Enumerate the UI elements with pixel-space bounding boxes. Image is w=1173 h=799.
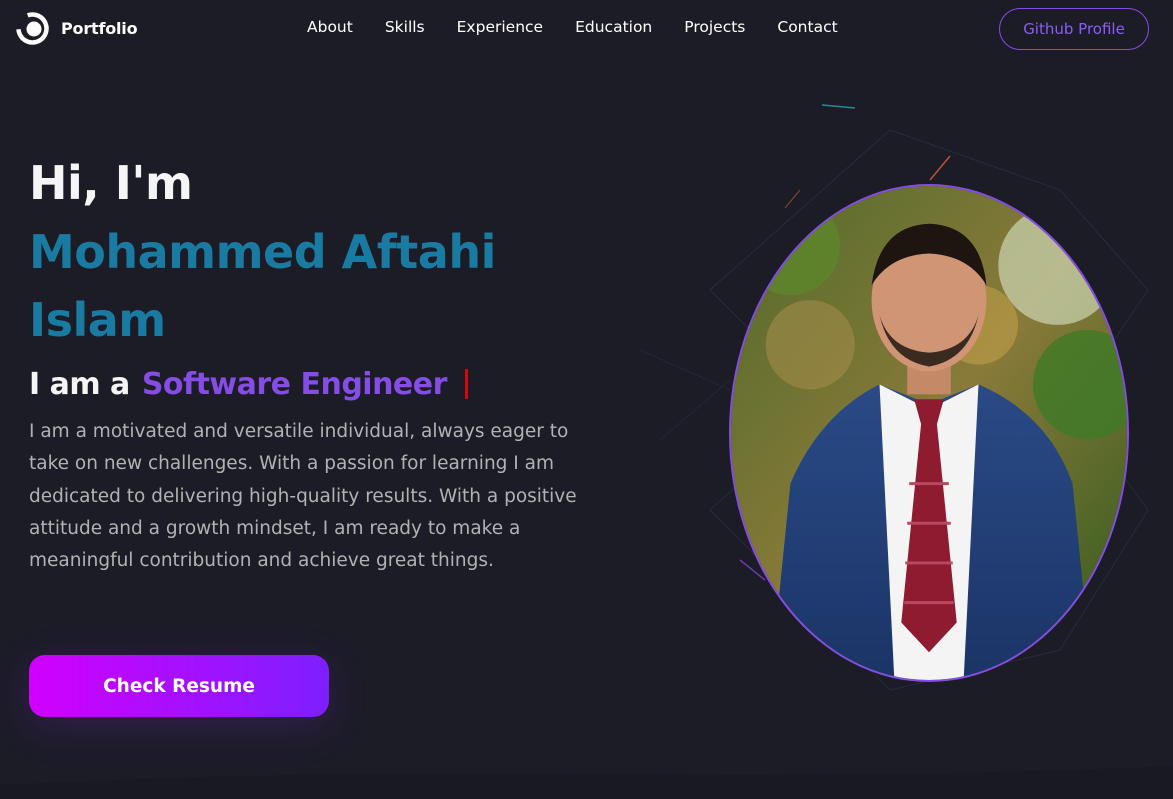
hero-description: I am a motivated and versatile individua… xyxy=(29,421,577,572)
hero-text: Hi, I'm Mohammed Aftahi Islam I am a Sof… xyxy=(29,150,589,577)
nav-link-skills[interactable]: Skills xyxy=(369,18,441,36)
role-typewriter: Software Engineer xyxy=(141,366,448,402)
logo[interactable]: Portfolio xyxy=(16,12,138,45)
bottom-divider xyxy=(0,766,1173,799)
role-prefix: I am a xyxy=(29,366,130,402)
nav-link-contact[interactable]: Contact xyxy=(761,18,853,36)
github-profile-button[interactable]: Github Profile xyxy=(999,8,1149,50)
nav-links: About Skills Experience Education Projec… xyxy=(291,18,854,36)
role-line: I am a Software Engineer xyxy=(29,362,589,406)
hero-name: Mohammed Aftahi Islam xyxy=(29,225,496,347)
check-resume-button[interactable]: Check Resume xyxy=(29,655,329,717)
typewriter-cursor xyxy=(464,369,468,399)
nav-link-projects[interactable]: Projects xyxy=(668,18,761,36)
logo-text: Portfolio xyxy=(61,19,138,38)
nav-link-education[interactable]: Education xyxy=(559,18,668,36)
logo-circle-icon xyxy=(16,12,49,45)
nav-link-experience[interactable]: Experience xyxy=(441,18,559,36)
profile-photo xyxy=(729,184,1129,682)
navbar: Portfolio About Skills Experience Educat… xyxy=(0,0,1173,58)
nav-link-about[interactable]: About xyxy=(291,18,369,36)
greeting: Hi, I'm xyxy=(29,156,193,210)
